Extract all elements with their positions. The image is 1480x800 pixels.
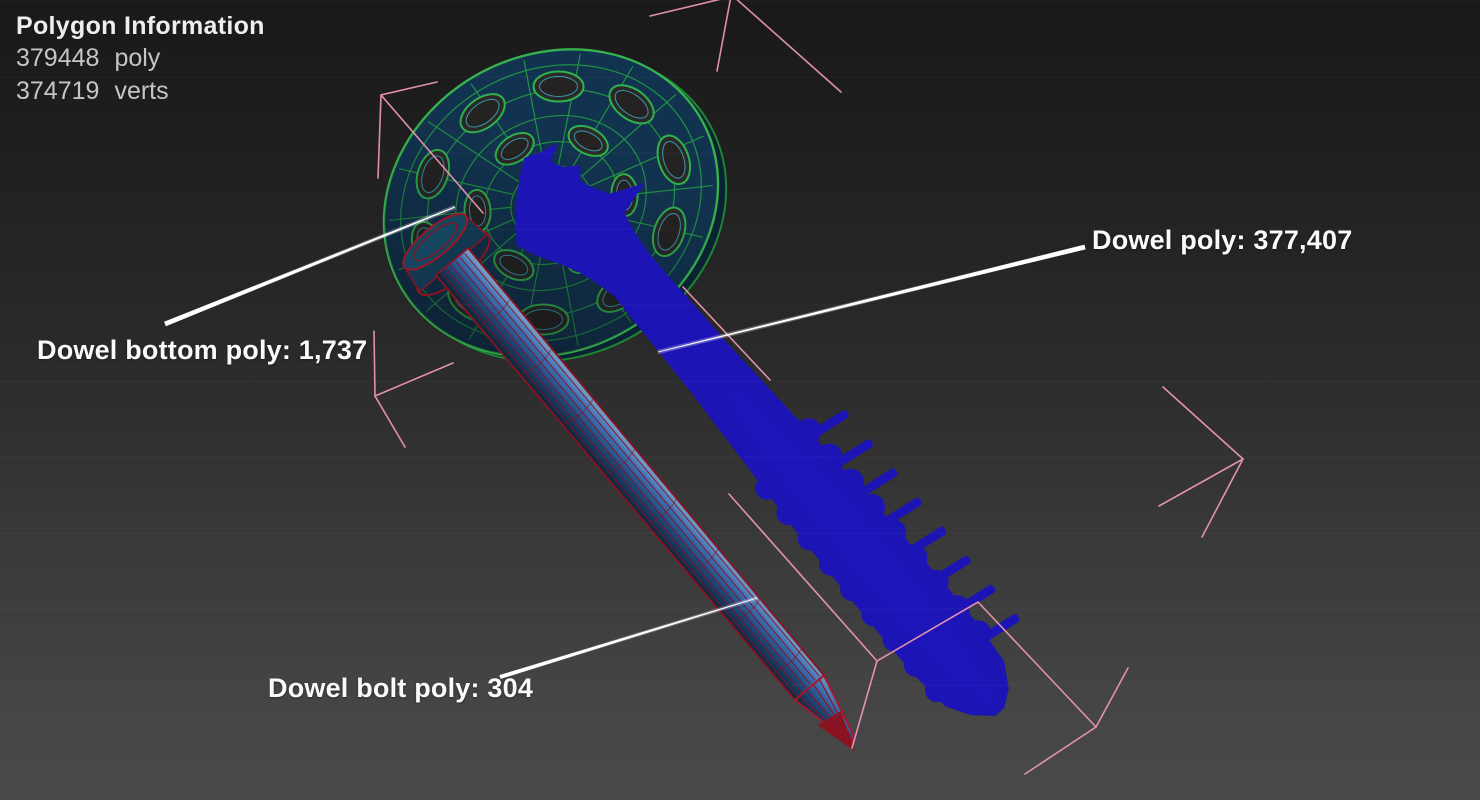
polygon-info-title: Polygon Information — [16, 12, 265, 40]
screw-sheen — [725, 386, 999, 710]
callout-dowel-poly: Dowel poly: 377,407 — [1092, 225, 1353, 255]
callout-dowel-bolt-poly: Dowel bolt poly: 304 — [268, 673, 534, 703]
verts-count-row: 374719 verts — [16, 75, 265, 108]
verts-count-value: 374719 — [16, 77, 100, 105]
leader-dowel-bolt — [499, 597, 758, 679]
polygon-info-panel: Polygon Information 379448 poly 374719 v… — [16, 10, 265, 108]
bracket-left-bottom — [373, 330, 454, 448]
poly-count-value: 379448 — [16, 44, 100, 72]
bracket-top-center — [649, 0, 842, 93]
viewport-3d[interactable]: Polygon Information 379448 poly 374719 v… — [0, 0, 1480, 800]
scene-canvas — [164, 0, 1244, 775]
verts-count-unit: verts — [114, 77, 169, 105]
leader-dowel — [657, 244, 1086, 353]
poly-count-unit: poly — [114, 44, 161, 72]
bracket-right — [1158, 386, 1244, 538]
callout-dowel-bottom-poly: Dowel bottom poly: 1,737 — [37, 335, 368, 365]
poly-count-row: 379448 poly — [16, 42, 265, 75]
